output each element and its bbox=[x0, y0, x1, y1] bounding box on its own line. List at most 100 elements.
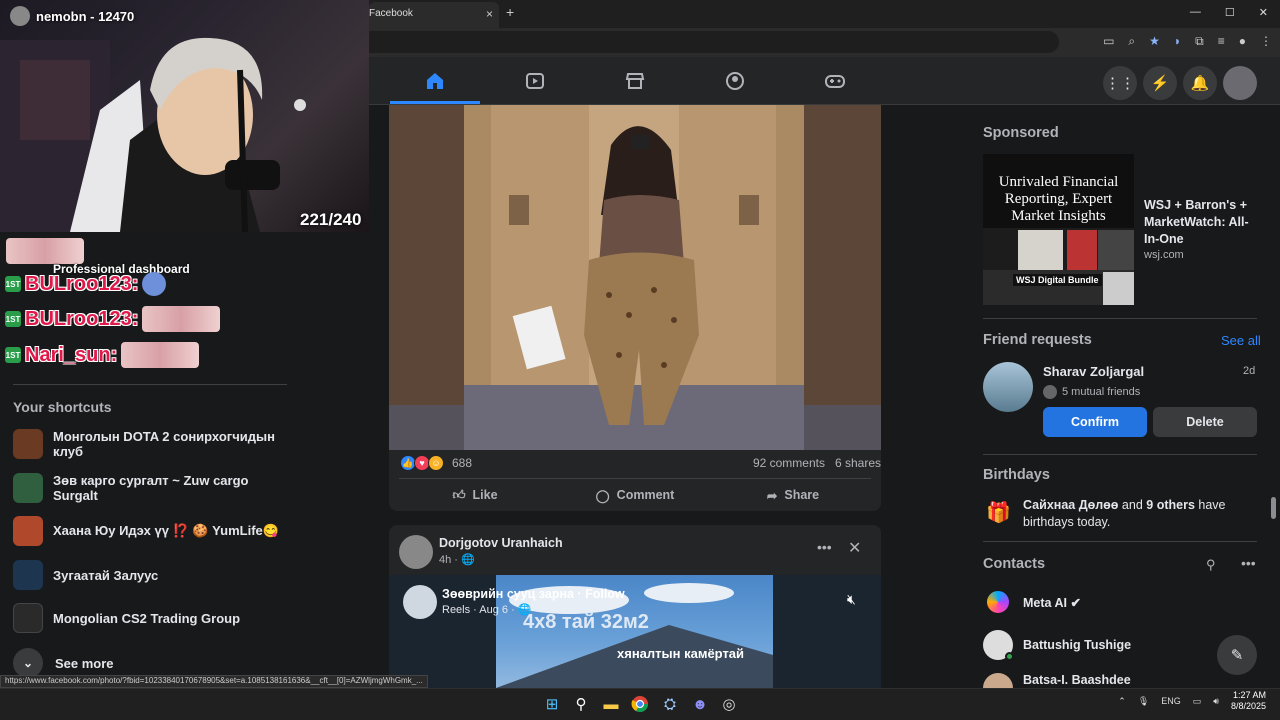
like-button[interactable]: 👍︎ Like bbox=[400, 483, 550, 507]
clock[interactable]: 1:27 AM 8/8/2025 bbox=[1231, 690, 1266, 712]
new-tab-button[interactable]: + bbox=[506, 4, 514, 20]
nav-marketplace-icon[interactable] bbox=[590, 61, 680, 101]
language-indicator[interactable]: ENG bbox=[1161, 696, 1181, 706]
author-avatar[interactable] bbox=[399, 535, 433, 569]
clock-time: 1:27 AM bbox=[1232, 690, 1266, 700]
comments-count[interactable]: 92 comments bbox=[753, 456, 825, 470]
contact-name: Battushig Tushige bbox=[1023, 638, 1132, 652]
steam-icon[interactable]: ⛭ bbox=[659, 693, 681, 715]
reel-side-panel bbox=[773, 575, 881, 688]
ad-title[interactable]: WSJ + Barron's + MarketWatch: All-In-One bbox=[1144, 197, 1259, 248]
stream-counter: 221/240 bbox=[300, 210, 362, 229]
delete-button[interactable]: Delete bbox=[1153, 407, 1257, 437]
search-icon[interactable]: ⚲ bbox=[570, 693, 592, 715]
bookmark-star-icon[interactable]: ★ bbox=[1149, 34, 1160, 49]
shortcut-thumbnail bbox=[13, 603, 43, 633]
contact-avatar bbox=[983, 630, 1014, 661]
comment-button[interactable]: ◯ Comment bbox=[560, 483, 710, 507]
extension-icon[interactable]: ◗ bbox=[1174, 34, 1181, 49]
tab-close-icon[interactable]: × bbox=[486, 7, 493, 21]
shortcut-thumbnail bbox=[13, 560, 43, 590]
reaction-count: 688 bbox=[452, 456, 473, 470]
ad-url: wsj.com bbox=[1144, 249, 1184, 261]
comment-label: Comment bbox=[616, 488, 675, 502]
nav-video-icon[interactable] bbox=[490, 61, 580, 101]
gift-icon: 🎁 bbox=[986, 502, 1011, 524]
webcam-overlay: nemobn - 12470 221/240 bbox=[0, 0, 369, 232]
close-icon[interactable]: ✕ bbox=[848, 538, 861, 558]
media-icon[interactable]: ≡ bbox=[1218, 34, 1225, 49]
subscriber-badge: 1ST bbox=[5, 276, 21, 292]
confirm-button[interactable]: Confirm bbox=[1043, 407, 1147, 437]
nav-home-icon[interactable] bbox=[390, 61, 480, 101]
post-engagement-counts: 92 comments 6 shares bbox=[753, 456, 881, 470]
zoom-icon[interactable]: ⌕ bbox=[1128, 34, 1135, 49]
post-timestamp[interactable]: 4h · 🌐 bbox=[439, 553, 475, 566]
account-avatar[interactable] bbox=[1223, 66, 1257, 100]
nav-gaming-icon[interactable] bbox=[790, 61, 880, 101]
shares-count[interactable]: 6 shares bbox=[835, 456, 881, 470]
address-field[interactable] bbox=[369, 31, 1059, 53]
channel-avatar bbox=[10, 6, 30, 26]
minimize-button[interactable]: — bbox=[1190, 6, 1201, 19]
shortcut-item[interactable]: Монголын DOTA 2 сонирхогчидын клуб bbox=[13, 429, 283, 459]
chrome-icon[interactable] bbox=[629, 693, 651, 715]
shortcut-thumbnail bbox=[13, 516, 43, 546]
mute-icon[interactable]: 🔇︎ bbox=[847, 591, 856, 608]
chevron-up-icon[interactable]: ⌃ bbox=[1118, 696, 1126, 707]
subscriber-badge: 1ST bbox=[5, 347, 21, 363]
volume-icon[interactable]: 🔊︎ bbox=[1213, 696, 1219, 707]
new-message-icon[interactable]: ✎ bbox=[1217, 635, 1257, 675]
subscriber-badge: 1ST bbox=[5, 311, 21, 327]
file-explorer-icon[interactable]: ▬ bbox=[600, 693, 622, 715]
see-all-link[interactable]: See all bbox=[1221, 333, 1261, 348]
discord-icon[interactable]: ☻ bbox=[689, 693, 711, 715]
contact-item[interactable]: Meta AI ✔ bbox=[983, 587, 1081, 617]
birthdays-heading: Birthdays bbox=[983, 467, 1050, 483]
shortcut-item[interactable]: Зугаатай Залуус bbox=[13, 560, 283, 590]
contact-item[interactable]: Batsa-I. Baashdee bbox=[983, 673, 1131, 688]
network-icon[interactable]: ▭ bbox=[1193, 696, 1202, 707]
messenger-icon[interactable]: ⚡ bbox=[1143, 66, 1177, 100]
kebab-menu-icon[interactable]: ⋮ bbox=[1260, 34, 1272, 49]
birthday-text[interactable]: Сайхнаа Дөлөө and 9 others have birthday… bbox=[1023, 497, 1253, 531]
shortcut-item[interactable]: Хаана Юу Идэх үү ⁉️ 🍪 YumLife😋 bbox=[13, 516, 283, 546]
link-status-url: https://www.facebook.com/photo/?fbid=102… bbox=[0, 675, 428, 688]
post-photo[interactable] bbox=[389, 105, 881, 450]
profile-icon[interactable]: ● bbox=[1239, 34, 1246, 49]
reel-title-text: 4x8 тай 32м2 bbox=[523, 611, 649, 633]
scrollbar-thumb[interactable] bbox=[1271, 497, 1276, 519]
post-author[interactable]: Dorjgotov Uranhaich bbox=[439, 536, 563, 550]
menu-grid-icon[interactable]: ⋮⋮ bbox=[1103, 66, 1137, 100]
reel-page-avatar[interactable] bbox=[403, 585, 437, 619]
reaction-summary[interactable]: 👍 ♥ ☺ 688 bbox=[400, 455, 472, 471]
puzzle-icon[interactable]: ⧉ bbox=[1195, 34, 1204, 49]
chat-line: 1ST Nari_sun: bbox=[5, 342, 200, 368]
contact-item[interactable]: Battushig Tushige bbox=[983, 630, 1132, 661]
reel-page-name[interactable]: Зөөврийн сууц зарна · Follow bbox=[442, 587, 625, 601]
sponsored-heading: Sponsored bbox=[983, 125, 1059, 141]
see-more-button[interactable]: ⌄ See more bbox=[13, 648, 114, 678]
more-options-icon[interactable]: ••• bbox=[1241, 555, 1256, 571]
windows-start-icon[interactable]: ⊞ bbox=[541, 693, 563, 715]
notifications-bell-icon[interactable]: 🔔 bbox=[1183, 66, 1217, 100]
shortcut-thumbnail bbox=[13, 429, 43, 459]
close-window-button[interactable]: ✕ bbox=[1259, 6, 1268, 19]
nav-groups-icon[interactable] bbox=[690, 61, 780, 101]
friend-request-avatar[interactable] bbox=[983, 362, 1033, 412]
shortcut-label: Зөв карго сургалт ~ Zuw cargo Surgalt bbox=[53, 473, 249, 503]
shortcut-item[interactable]: Mongolian CS2 Trading Group bbox=[13, 603, 283, 633]
share-button[interactable]: ➦ Share bbox=[718, 483, 868, 507]
clock-date: 8/8/2025 bbox=[1230, 701, 1266, 711]
cast-icon[interactable]: ▭ bbox=[1103, 34, 1114, 49]
obs-icon[interactable]: ◎ bbox=[718, 693, 740, 715]
friend-request-name[interactable]: Sharav Zoljargal bbox=[1043, 364, 1144, 379]
browser-tab[interactable]: Facebook × bbox=[369, 2, 499, 28]
search-icon[interactable]: ⚲ bbox=[1206, 557, 1216, 573]
section-divider bbox=[983, 541, 1257, 542]
maximize-button[interactable]: ☐ bbox=[1225, 6, 1235, 19]
more-options-icon[interactable]: ••• bbox=[817, 539, 832, 555]
see-more-label: See more bbox=[55, 655, 114, 671]
shortcut-item[interactable]: Зөв карго сургалт ~ Zuw cargo Surgalt bbox=[13, 473, 283, 503]
microphone-icon[interactable]: 🎙︎ bbox=[1138, 696, 1149, 707]
